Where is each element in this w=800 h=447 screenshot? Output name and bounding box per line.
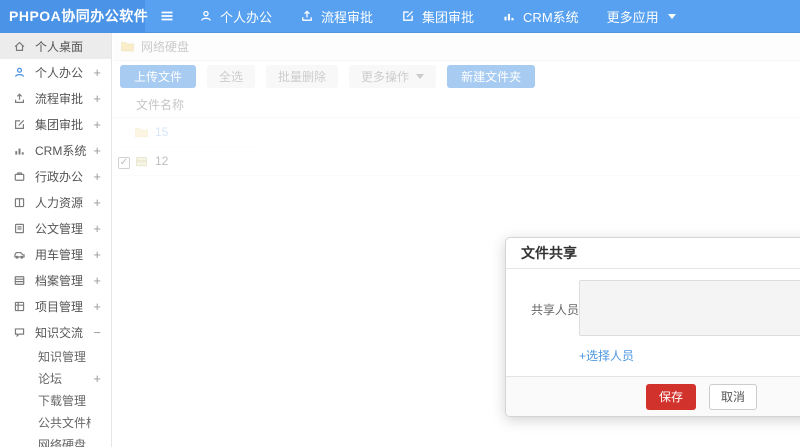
expand-toggle[interactable]: + — [91, 91, 101, 106]
top-navigation: 个人办公 流程审批 集团审批 CRM系统 更多应用 — [199, 7, 676, 26]
project-icon — [13, 299, 27, 313]
sidebar-item-official-docs[interactable]: 公文管理 + — [0, 215, 111, 241]
sidebar-subitem-label: 公共文件柜 — [38, 415, 91, 430]
edit-icon — [401, 9, 415, 23]
sidebar-item-label: 集团审批 — [35, 117, 84, 132]
sidebar-item-label: CRM系统 — [35, 143, 87, 158]
nav-flow-approval[interactable]: 流程审批 — [300, 7, 373, 26]
sidebar-item-personal-desktop[interactable]: 个人桌面 — [0, 33, 111, 59]
nav-label: 更多应用 — [606, 9, 659, 25]
sidebar-subitem-public-cabinet[interactable]: 公共文件柜 — [0, 411, 111, 433]
sidebar-item-flow-approval[interactable]: 流程审批 + — [0, 85, 111, 111]
sidebar-subitem-downloads[interactable]: 下载管理 — [0, 389, 111, 411]
sidebar-item-vehicle[interactable]: 用车管理 + — [0, 241, 111, 267]
sidebar-item-admin-office[interactable]: 行政办公 + — [0, 163, 111, 189]
sidebar-item-label: 流程审批 — [35, 91, 84, 106]
nav-label: 个人办公 — [220, 9, 273, 25]
sidebar-item-archives[interactable]: 档案管理 + — [0, 267, 111, 293]
sidebar-item-crm[interactable]: CRM系统 + — [0, 137, 111, 163]
sidebar-subitem-label: 论坛 — [38, 371, 63, 386]
cancel-button[interactable]: 取消 — [709, 383, 758, 410]
flow-icon — [300, 9, 314, 23]
document-icon — [13, 221, 27, 235]
home-icon — [13, 39, 27, 53]
save-button[interactable]: 保存 — [646, 383, 697, 410]
expand-toggle[interactable]: + — [91, 195, 101, 210]
expand-toggle[interactable]: + — [91, 371, 101, 386]
hamburger-menu-icon[interactable] — [159, 8, 175, 24]
nav-more-apps[interactable]: 更多应用 — [607, 7, 676, 26]
share-personnel-label: 共享人员 — [531, 303, 580, 317]
sidebar-subitem-label: 下载管理 — [38, 393, 87, 408]
collapse-toggle[interactable]: − — [91, 325, 101, 340]
sidebar-item-label: 人力资源 — [35, 195, 84, 210]
app-logo: PHPOA协同办公软件 — [9, 8, 149, 24]
app-window: PHPOA协同办公软件 个人办公 流程审批 集团审批 CRM系统 更多应用 个人… — [0, 0, 800, 447]
sidebar-item-label: 档案管理 — [35, 273, 84, 288]
dialog-body: 共享人员 +选择人员 — [506, 269, 800, 376]
archive-icon — [13, 273, 27, 287]
book-icon — [13, 195, 27, 209]
nav-label: 集团审批 — [422, 9, 475, 25]
nav-group-approval[interactable]: 集团审批 — [401, 7, 474, 26]
user-icon — [13, 65, 27, 79]
car-icon — [13, 247, 27, 261]
nav-label: CRM系统 — [523, 9, 579, 25]
sidebar-subitem-label: 网络硬盘 — [38, 437, 87, 447]
nav-personal-office[interactable]: 个人办公 — [199, 7, 272, 26]
sidebar-item-knowledge[interactable]: 知识交流 − — [0, 319, 111, 345]
flow-icon — [13, 91, 27, 105]
user-icon — [199, 9, 213, 23]
sidebar-item-label: 用车管理 — [35, 247, 84, 262]
expand-toggle[interactable]: + — [91, 117, 101, 132]
expand-toggle[interactable]: + — [91, 299, 101, 314]
nav-crm-system[interactable]: CRM系统 — [502, 7, 579, 26]
dialog-footer: 保存 取消 — [506, 376, 800, 416]
caret-down-icon — [667, 13, 676, 19]
sidebar-item-label: 行政办公 — [35, 169, 84, 184]
chat-icon — [13, 325, 27, 339]
sidebar-item-projects[interactable]: 项目管理 + — [0, 293, 111, 319]
sidebar-item-label: 项目管理 — [35, 299, 84, 314]
sidebar-item-label: 个人桌面 — [35, 39, 84, 54]
sidebar-item-label: 知识交流 — [35, 325, 84, 340]
expand-toggle[interactable]: + — [91, 247, 101, 262]
briefcase-icon — [13, 169, 27, 183]
expand-toggle[interactable]: + — [91, 221, 101, 236]
logo-area: PHPOA协同办公软件 — [0, 0, 149, 33]
chart-icon — [502, 9, 516, 23]
sidebar-item-group-approval[interactable]: 集团审批 + — [0, 111, 111, 137]
sidebar-item-label: 公文管理 — [35, 221, 84, 236]
top-header: PHPOA协同办公软件 个人办公 流程审批 集团审批 CRM系统 更多应用 — [0, 0, 800, 33]
dialog-header: 文件共享 — [506, 238, 800, 269]
select-personnel-link[interactable]: +选择人员 — [579, 347, 634, 364]
sidebar-subitem-network-disk[interactable]: 网络硬盘 — [0, 433, 111, 447]
share-personnel-input[interactable] — [579, 280, 800, 336]
sidebar-subitem-knowledge-mgmt[interactable]: 知识管理 — [0, 345, 111, 367]
expand-toggle[interactable]: + — [91, 169, 101, 184]
sidebar-subitem-forum[interactable]: 论坛 + — [0, 367, 111, 389]
file-share-dialog: 文件共享 共享人员 +选择人员 保存 取消 — [505, 237, 800, 417]
sidebar-item-label: 个人办公 — [35, 65, 84, 80]
sidebar-item-hr[interactable]: 人力资源 + — [0, 189, 111, 215]
sidebar-item-personal-office[interactable]: 个人办公 + — [0, 59, 111, 85]
edit-icon — [13, 117, 27, 131]
chart-icon — [13, 143, 27, 157]
expand-toggle[interactable]: + — [91, 273, 101, 288]
expand-toggle[interactable]: + — [91, 65, 101, 80]
sidebar-subitem-label: 知识管理 — [38, 349, 87, 364]
expand-toggle[interactable]: + — [91, 143, 101, 158]
nav-label: 流程审批 — [321, 9, 374, 25]
dialog-title: 文件共享 — [521, 245, 577, 261]
sidebar: 个人桌面 个人办公 + 流程审批 + 集团审批 + CRM系统 + 行政办公 +… — [0, 33, 112, 447]
